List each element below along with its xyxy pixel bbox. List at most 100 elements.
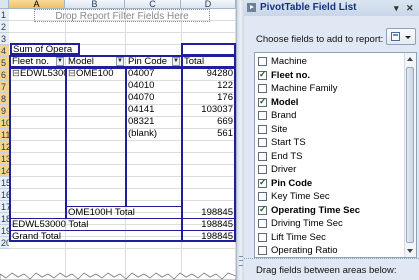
row-header[interactable]: 12 <box>0 141 9 153</box>
field-checkbox[interactable] <box>258 84 267 93</box>
pivot-model-value[interactable]: OME100 <box>75 68 125 80</box>
row-header[interactable]: 3 <box>0 33 9 45</box>
field-item[interactable]: Model <box>256 96 406 110</box>
pivot-pin-cell[interactable]: (blank) <box>127 128 179 140</box>
pivot-header-total[interactable]: Total <box>183 56 233 68</box>
pivot-header-model[interactable]: Model <box>67 56 117 68</box>
pane-section-divider[interactable] <box>244 258 419 261</box>
pivot-pin-cell[interactable]: 04070 <box>127 92 179 104</box>
row-header[interactable]: 15 <box>0 177 9 189</box>
row-header[interactable]: 17 <box>0 201 9 213</box>
field-checkbox[interactable] <box>258 246 267 255</box>
row-header[interactable]: 1 <box>0 9 9 21</box>
column-header-b[interactable]: B <box>65 0 125 9</box>
field-checkbox[interactable] <box>258 96 267 107</box>
row-header[interactable]: 20 <box>0 237 9 249</box>
scroll-down-icon[interactable] <box>407 249 413 253</box>
row-header[interactable]: 16 <box>0 189 9 201</box>
field-item[interactable]: Machine <box>256 55 406 69</box>
pivot-total-cell[interactable]: 122 <box>183 80 234 92</box>
field-item[interactable]: Driving Time Sec <box>256 217 406 231</box>
field-checkbox[interactable] <box>258 69 267 80</box>
field-item[interactable]: Machine Family <box>256 82 406 96</box>
pivot-grand-total-label[interactable]: Grand Total <box>11 231 131 243</box>
field-list[interactable]: Machine Fleet no. Machine Family Model Brand… <box>254 52 417 258</box>
row-header[interactable]: 7 <box>0 81 9 93</box>
field-item[interactable]: Operating Ratio <box>256 244 406 257</box>
pivot-total-cell[interactable]: 561 <box>183 128 234 140</box>
scroll-thumb[interactable] <box>406 67 414 243</box>
field-item[interactable]: Fleet no. <box>256 69 406 83</box>
pivot-grand-total-value[interactable]: 198845 <box>183 231 234 243</box>
column-header-d[interactable]: D <box>181 0 236 9</box>
field-checkbox[interactable] <box>258 57 267 66</box>
close-icon[interactable]: ✕ <box>406 2 414 14</box>
collapse-model-icon[interactable]: ⊟ <box>67 68 75 80</box>
field-checkbox[interactable] <box>258 124 267 134</box>
field-item[interactable]: Pin Code <box>256 177 406 191</box>
field-item[interactable]: Site <box>256 123 406 137</box>
field-checkbox[interactable] <box>258 138 267 147</box>
field-label: Key Time Sec <box>271 191 330 202</box>
pivot-fleet-total-value[interactable]: 198845 <box>183 219 234 231</box>
field-checkbox[interactable] <box>258 204 267 215</box>
scroll-up-icon[interactable] <box>407 57 413 61</box>
field-checkbox[interactable] <box>258 177 267 188</box>
pivot-model-total-label[interactable]: OME100H Total <box>67 207 181 219</box>
pane-menu-icon[interactable] <box>247 3 256 12</box>
row-header[interactable]: 8 <box>0 93 9 105</box>
field-item[interactable]: Driver <box>256 163 406 177</box>
row-header[interactable]: 14 <box>0 165 9 177</box>
field-item[interactable]: End TS <box>256 150 406 164</box>
field-checkbox[interactable] <box>258 111 267 120</box>
field-checkbox[interactable] <box>258 151 267 161</box>
field-item[interactable]: Start TS <box>256 136 406 150</box>
field-checkbox[interactable] <box>258 232 267 242</box>
column-header-c[interactable]: C <box>125 0 181 9</box>
pivot-pin-cell[interactable]: 04141 <box>127 104 179 116</box>
field-checkbox[interactable] <box>258 165 267 174</box>
row-header[interactable]: 11 <box>0 129 9 141</box>
fleet-filter-dropdown-icon[interactable]: ▼ <box>56 57 64 66</box>
row-header[interactable]: 18 <box>0 213 9 225</box>
field-list-layout-button[interactable] <box>386 28 416 45</box>
field-item[interactable]: Operating Time Sec <box>256 204 406 218</box>
field-checkbox[interactable] <box>258 192 267 201</box>
pivot-fleet-value[interactable]: EDWL5300 <box>19 68 65 80</box>
pivot-pin-cell[interactable]: 08321 <box>127 116 179 128</box>
pane-dropdown-icon[interactable]: ▾ <box>394 2 399 14</box>
row-header[interactable]: 10 <box>0 117 9 129</box>
column-header-a[interactable]: A <box>9 0 65 9</box>
row-header[interactable]: 13 <box>0 153 9 165</box>
row-header[interactable]: 2 <box>0 21 9 33</box>
row-header[interactable]: 4 <box>0 45 9 57</box>
pivot-header-fleet[interactable]: Fleet no. <box>11 56 57 68</box>
field-checkbox[interactable] <box>258 219 267 228</box>
spreadsheet-grid[interactable]: A B C D 1234567891011121314151617181920 … <box>0 0 236 280</box>
pivot-header-pin[interactable]: Pin Code <box>127 56 173 68</box>
splitter-grip-icon[interactable] <box>239 256 243 266</box>
pivot-fleet-total-label[interactable]: EDWL53000 Total <box>11 219 131 231</box>
row-header[interactable]: 6 <box>0 69 9 81</box>
field-item[interactable]: Lift Time Sec <box>256 231 406 245</box>
row-header[interactable]: 19 <box>0 225 9 237</box>
model-filter-dropdown-icon[interactable]: ▼ <box>116 57 124 66</box>
collapse-fleet-icon[interactable]: ⊟ <box>11 68 19 80</box>
field-item[interactable]: Brand <box>256 109 406 123</box>
select-all-corner[interactable] <box>0 0 9 9</box>
pivot-pin-cell[interactable]: 04010 <box>127 80 179 92</box>
pivot-total-cell[interactable]: 103037 <box>183 104 234 116</box>
pivot-total-cell[interactable]: 669 <box>183 116 234 128</box>
row-header[interactable]: 9 <box>0 105 9 117</box>
field-list-scrollbar[interactable] <box>404 53 416 257</box>
pivot-pin-cell[interactable]: 04007 <box>127 68 179 80</box>
pivot-sum-header[interactable]: Sum of Opera <box>10 43 80 55</box>
pivot-total-cell[interactable]: 94280 <box>183 68 234 80</box>
pivot-total-cell[interactable]: 176 <box>183 92 234 104</box>
row-header[interactable]: 5 <box>0 57 9 69</box>
pane-splitter[interactable] <box>236 0 244 280</box>
pin-filter-dropdown-icon[interactable]: ▼ <box>172 57 180 66</box>
drop-report-filter-zone[interactable]: Drop Report Filter Fields Here <box>34 9 210 22</box>
field-item[interactable]: Key Time Sec <box>256 190 406 204</box>
pivot-model-total-value[interactable]: 198845 <box>183 207 234 219</box>
